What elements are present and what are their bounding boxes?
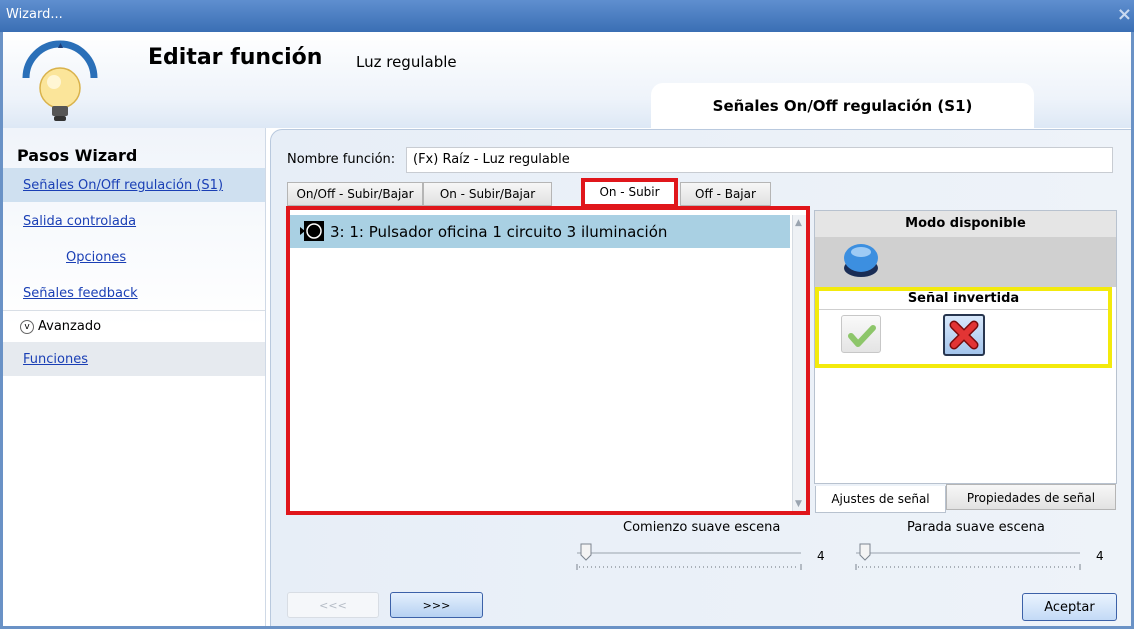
tab-on-off-subir-bajar[interactable]: On/Off - Subir/Bajar (287, 182, 423, 206)
previous-button[interactable]: <<< (287, 592, 379, 618)
function-name-field[interactable]: (Fx) Raíz - Luz regulable (406, 147, 1113, 173)
sidebar-item-label[interactable]: Señales On/Off regulación (S1) (23, 178, 223, 193)
tab-on-subir[interactable]: On - Subir (581, 178, 678, 208)
window-title: Wizard... (6, 7, 63, 22)
sidebar-item-funciones[interactable]: Funciones (3, 342, 265, 376)
chevron-down-icon[interactable]: v (20, 319, 34, 334)
tab-ajustes-de-senal[interactable]: Ajustes de señal (815, 486, 946, 513)
sidebar-item-label[interactable]: Salida controlada (23, 214, 136, 229)
red-x-button[interactable] (943, 314, 985, 356)
sidebar-item-label[interactable]: Opciones (66, 250, 126, 265)
tab-off-bajar[interactable]: Off - Bajar (680, 182, 771, 206)
close-icon[interactable]: × (1117, 4, 1132, 25)
signal-list[interactable] (286, 206, 810, 515)
soft-start-value: 4 (817, 549, 825, 563)
sidebar-item-opciones[interactable]: Opciones (3, 240, 265, 274)
sidebar (3, 128, 266, 626)
sidebar-item-label[interactable]: Señales feedback (23, 286, 138, 301)
scroll-up-icon[interactable]: ▲ (795, 218, 802, 228)
sidebar-item-label: Avanzado (38, 319, 102, 334)
soft-stop-value: 4 (1096, 549, 1104, 563)
checkmark-button[interactable] (841, 315, 881, 353)
checkmark-icon (848, 325, 876, 347)
sidebar-item-senales-feedback[interactable]: Señales feedback (3, 276, 265, 310)
scroll-down-icon[interactable]: ▼ (795, 499, 802, 509)
soft-start-slider[interactable] (573, 543, 803, 573)
page-subtitle: Luz regulable (356, 53, 457, 71)
slider-label-parada: Parada suave escena (907, 520, 1045, 535)
pushbutton-icon (300, 221, 324, 241)
slider-label-comienzo: Comienzo suave escena (623, 520, 781, 535)
soft-stop-slider[interactable] (852, 543, 1082, 573)
list-item[interactable]: 3: 1: Pulsador oficina 1 circuito 3 ilum… (290, 215, 790, 248)
inverted-signal-title: Señal invertida (907, 291, 1020, 306)
sidebar-item-senales-on-off[interactable]: Señales On/Off regulación (S1) (3, 168, 265, 202)
mode-available-title: Modo disponible (815, 211, 1116, 237)
list-item-label: 3: 1: Pulsador oficina 1 circuito 3 ilum… (330, 223, 668, 241)
window-titlebar: Wizard... × (0, 0, 1134, 32)
divider (819, 309, 1108, 310)
list-scrollbar[interactable]: ▲ ▼ (792, 215, 806, 511)
sidebar-item-avanzado[interactable]: v Avanzado (3, 311, 265, 345)
blue-pushbutton-icon[interactable] (841, 241, 881, 279)
tab-on-subir-bajar[interactable]: On - Subir/Bajar (423, 182, 552, 206)
red-x-icon (949, 320, 979, 350)
page-title: Editar función (148, 45, 323, 70)
light-bulb-icon (22, 40, 98, 121)
current-step-title: Señales On/Off regulación (S1) (651, 83, 1034, 129)
sidebar-item-label[interactable]: Funciones (23, 352, 88, 367)
sidebar-item-salida-controlada[interactable]: Salida controlada (3, 204, 265, 238)
accept-button[interactable]: Aceptar (1022, 593, 1117, 621)
next-button[interactable]: >>> (390, 592, 483, 618)
sidebar-heading: Pasos Wizard (17, 146, 138, 165)
tab-propiedades-de-senal[interactable]: Propiedades de señal (946, 484, 1116, 510)
function-name-label: Nombre función: (287, 152, 396, 167)
